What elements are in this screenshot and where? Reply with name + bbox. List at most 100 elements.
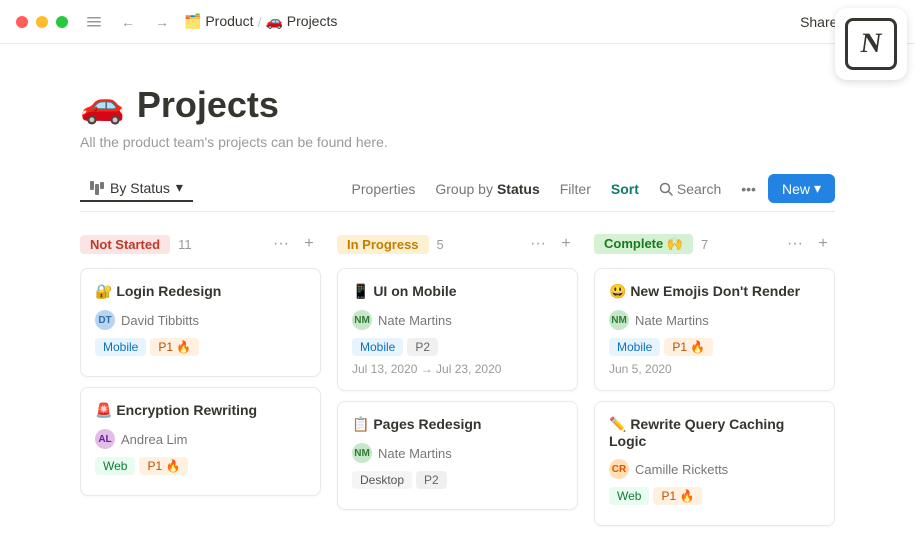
tag: P1 🔥 xyxy=(653,487,702,505)
sidebar-toggle-icon[interactable] xyxy=(80,8,108,36)
card-assignee-in-progress-1: NM Nate Martins xyxy=(352,443,563,463)
tag: Web xyxy=(95,457,135,475)
breadcrumb-separator: / xyxy=(258,14,262,30)
assignee-name: Camille Ricketts xyxy=(635,462,728,477)
card-tags-complete-1: WebP1 🔥 xyxy=(609,487,820,505)
page-title: Projects xyxy=(137,84,279,126)
group-by-button[interactable]: Group by Status xyxy=(427,177,547,201)
toolbar: By Status ▾ Properties Group by Status F… xyxy=(80,174,835,212)
tag: P2 xyxy=(407,338,438,356)
avatar: NM xyxy=(609,310,629,330)
card-title-in-progress-1: 📋 Pages Redesign xyxy=(352,416,563,433)
new-chevron-icon: ▾ xyxy=(814,180,821,197)
card-complete-1[interactable]: ✏️ Rewrite Query Caching Logic CR Camille … xyxy=(594,401,835,526)
column-actions-in-progress: ···+ xyxy=(526,232,578,256)
tag: Desktop xyxy=(352,471,412,489)
card-title-not-started-0: 🔐 Login Redesign xyxy=(95,283,306,300)
main-content: 🚗 Projects All the product team's projec… xyxy=(0,44,915,556)
assignee-name: David Tibbitts xyxy=(121,313,199,328)
tag: P2 xyxy=(416,471,447,489)
view-chevron-icon: ▾ xyxy=(176,179,183,196)
column-add-button-in-progress[interactable]: + xyxy=(554,232,578,256)
notion-logo xyxy=(845,18,897,70)
sort-button[interactable]: Sort xyxy=(603,177,647,201)
page-title-row: 🚗 Projects xyxy=(80,84,835,126)
tag: P1 🔥 xyxy=(139,457,188,475)
breadcrumb: 🗂️ Product / 🚗 Projects xyxy=(184,13,337,30)
notion-logo-overlay xyxy=(835,8,907,80)
view-by-status-button[interactable]: By Status ▾ xyxy=(80,175,193,202)
column-add-button-not-started[interactable]: + xyxy=(297,232,321,256)
assignee-name: Nate Martins xyxy=(378,446,452,461)
card-assignee-complete-0: NM Nate Martins xyxy=(609,310,820,330)
nav-icons: ← → xyxy=(80,8,176,36)
forward-icon[interactable]: → xyxy=(148,8,176,36)
column-more-button-complete[interactable]: ··· xyxy=(783,232,807,256)
avatar: NM xyxy=(352,443,372,463)
search-icon xyxy=(659,182,673,196)
search-label: Search xyxy=(677,181,721,197)
avatar: AL xyxy=(95,429,115,449)
card-title-complete-1: ✏️ Rewrite Query Caching Logic xyxy=(609,416,820,449)
toolbar-center: Properties Group by Status Filter Sort S… xyxy=(344,174,835,203)
card-tags-not-started-1: WebP1 🔥 xyxy=(95,457,306,475)
card-in-progress-0[interactable]: 📱 UI on Mobile NM Nate Martins MobileP2 Jul … xyxy=(337,268,578,391)
group-by-field: Status xyxy=(497,181,540,197)
tag: Mobile xyxy=(352,338,403,356)
breadcrumb-parent[interactable]: 🗂️ Product xyxy=(184,13,254,30)
column-header-complete: Complete 🙌7···+ xyxy=(594,232,835,256)
card-date: Jun 5, 2020 xyxy=(609,362,820,376)
card-title-complete-0: 😃 New Emojis Don't Render xyxy=(609,283,820,300)
page-description: All the product team's projects can be f… xyxy=(80,134,835,150)
assignee-name: Nate Martins xyxy=(378,313,452,328)
card-in-progress-1[interactable]: 📋 Pages Redesign NM Nate Martins DesktopP2 xyxy=(337,401,578,510)
breadcrumb-current: 🚗 Projects xyxy=(265,13,337,30)
avatar: DT xyxy=(95,310,115,330)
column-add-button-complete[interactable]: + xyxy=(811,232,835,256)
titlebar: ← → 🗂️ Product / 🚗 Projects Share Up... xyxy=(0,0,915,44)
back-icon[interactable]: ← xyxy=(114,8,142,36)
column-count-complete: 7 xyxy=(701,237,708,252)
kanban-column-not-started: Not Started11···+ 🔐 Login Redesign DT David… xyxy=(80,232,321,536)
tag: P1 🔥 xyxy=(664,338,713,356)
new-button[interactable]: New ▾ xyxy=(768,174,835,203)
column-more-button-not-started[interactable]: ··· xyxy=(269,232,293,256)
close-button[interactable] xyxy=(16,16,28,28)
group-by-label: Group by xyxy=(435,181,493,197)
new-label: New xyxy=(782,181,810,197)
tag: Web xyxy=(609,487,649,505)
toolbar-left: By Status ▾ xyxy=(80,175,193,202)
tag: Mobile xyxy=(95,338,146,356)
tag: P1 🔥 xyxy=(150,338,199,356)
column-actions-complete: ···+ xyxy=(783,232,835,256)
card-title-in-progress-0: 📱 UI on Mobile xyxy=(352,283,563,300)
avatar: CR xyxy=(609,459,629,479)
column-title-not-started: Not Started xyxy=(80,235,170,254)
column-more-button-in-progress[interactable]: ··· xyxy=(526,232,550,256)
tag: Mobile xyxy=(609,338,660,356)
card-assignee-complete-1: CR Camille Ricketts xyxy=(609,459,820,479)
card-date: Jul 13, 2020 → Jul 23, 2020 xyxy=(352,362,563,376)
column-header-not-started: Not Started11···+ xyxy=(80,232,321,256)
kanban-column-complete: Complete 🙌7···+😃 New Emojis Don't Render… xyxy=(594,232,835,536)
kanban-column-in-progress: In Progress5···+📱 UI on MobileNMNate Mar… xyxy=(337,232,578,536)
minimize-button[interactable] xyxy=(36,16,48,28)
search-button[interactable]: Search xyxy=(651,177,729,201)
card-assignee-not-started-0: DT David Tibbitts xyxy=(95,310,306,330)
card-tags-complete-0: MobileP1 🔥 xyxy=(609,338,820,356)
filter-button[interactable]: Filter xyxy=(552,177,599,201)
view-label: By Status xyxy=(110,180,170,196)
column-header-in-progress: In Progress5···+ xyxy=(337,232,578,256)
fullscreen-button[interactable] xyxy=(56,16,68,28)
traffic-lights xyxy=(16,16,68,28)
more-options-button[interactable]: ••• xyxy=(733,177,764,201)
avatar: NM xyxy=(352,310,372,330)
column-actions-not-started: ···+ xyxy=(269,232,321,256)
card-not-started-0[interactable]: 🔐 Login Redesign DT David Tibbitts MobileP1… xyxy=(80,268,321,377)
card-title-not-started-1: 🚨 Encryption Rewriting xyxy=(95,402,306,419)
card-not-started-1[interactable]: 🚨 Encryption RewritingALAndrea LimWebP1 … xyxy=(80,387,321,496)
properties-button[interactable]: Properties xyxy=(344,177,424,201)
assignee-name: Nate Martins xyxy=(635,313,709,328)
column-count-in-progress: 5 xyxy=(437,237,444,252)
card-complete-0[interactable]: 😃 New Emojis Don't Render NM Nate Martins M… xyxy=(594,268,835,391)
